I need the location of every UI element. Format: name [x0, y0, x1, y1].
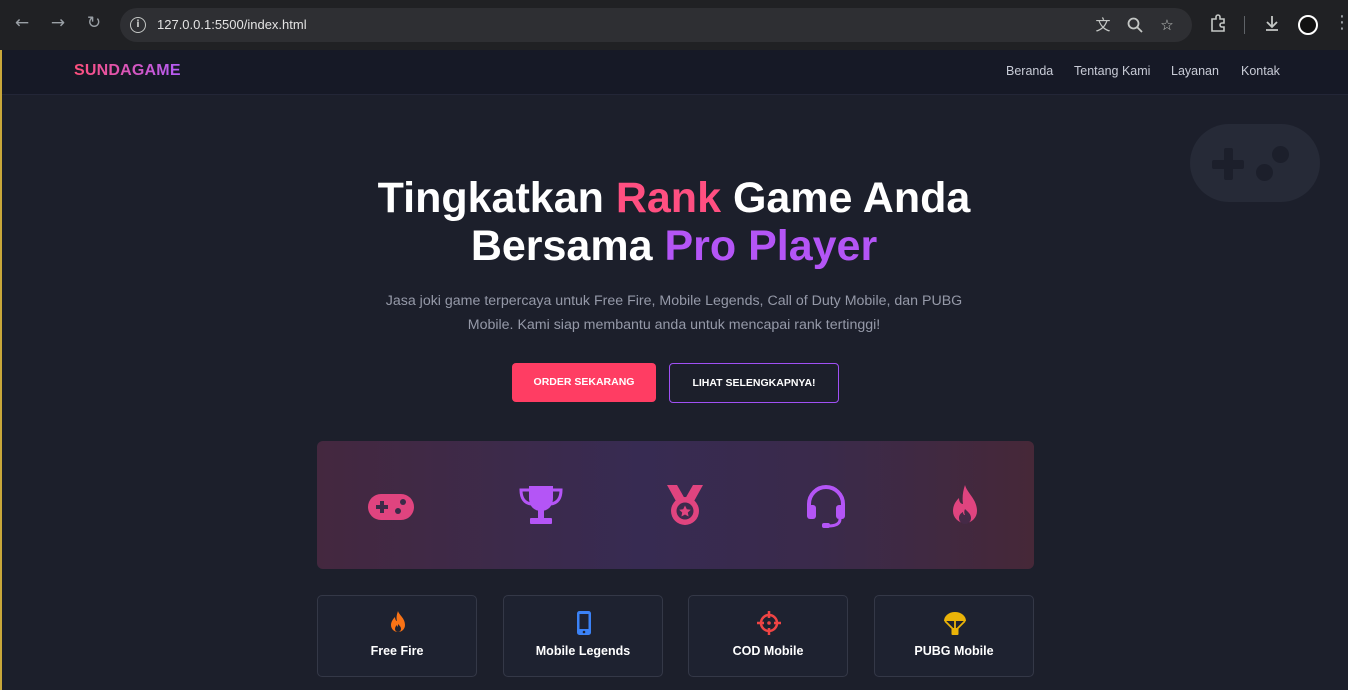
bookmark-star-icon[interactable]: ☆ — [1158, 16, 1176, 34]
game-card-label: COD Mobile — [732, 644, 804, 658]
hero-subtitle: Jasa joki game terpercaya untuk Free Fir… — [385, 293, 963, 333]
nav-link-kontak[interactable]: Kontak — [1241, 50, 1280, 92]
game-card-mobile-legends[interactable]: Mobile Legends — [503, 595, 663, 677]
see-more-button[interactable]: LIHAT SELENGKAPNYA! — [669, 363, 839, 403]
toolbar-separator — [1244, 16, 1245, 34]
site-navbar: SUNDAGAME Beranda Tentang Kami Layanan K… — [2, 50, 1348, 95]
crosshairs-icon — [757, 611, 781, 635]
browser-toolbar: ← → ↻ i 127.0.0.1:5500/index.html 文 ☆ ⋮ — [0, 0, 1348, 50]
nav-link-tentang-kami[interactable]: Tentang Kami — [1074, 50, 1150, 92]
hero-title-part: Bersama — [470, 222, 665, 270]
url-text[interactable]: 127.0.0.1:5500/index.html — [157, 8, 307, 42]
zoom-icon[interactable] — [1126, 16, 1144, 34]
address-bar[interactable]: i 127.0.0.1:5500/index.html 文 ☆ — [120, 8, 1192, 42]
window-edge — [0, 50, 2, 690]
hero-title-highlight: Pro Player — [664, 222, 878, 270]
gamepad-icon — [368, 494, 414, 520]
game-card-label: Free Fire — [370, 644, 424, 658]
hero-title: Tingkatkan Rank Game Anda Bersama Pro Pl… — [0, 174, 1348, 270]
extensions-icon[interactable] — [1206, 11, 1230, 35]
nav-link-beranda[interactable]: Beranda — [1006, 50, 1053, 92]
game-card-pubg-mobile[interactable]: PUBG Mobile — [874, 595, 1034, 677]
nav-link-layanan[interactable]: Layanan — [1171, 50, 1219, 92]
parachute-icon — [944, 612, 966, 635]
download-icon[interactable] — [1260, 11, 1284, 35]
order-now-button[interactable]: ORDER SEKARANG — [512, 363, 656, 402]
site-info-icon[interactable]: i — [130, 17, 146, 33]
fire-icon — [391, 611, 405, 632]
hero-title-part: Game Anda — [721, 174, 971, 222]
fire-icon — [953, 485, 977, 524]
reload-icon[interactable]: ↻ — [82, 11, 106, 35]
headset-icon — [807, 485, 845, 528]
game-card-label: Mobile Legends — [535, 644, 631, 658]
forward-icon[interactable]: → — [46, 11, 70, 35]
translate-icon[interactable]: 文 — [1094, 16, 1112, 34]
game-card-label: PUBG Mobile — [914, 644, 994, 658]
site-logo[interactable]: SUNDAGAME — [74, 50, 181, 92]
hero-title-highlight: Rank — [615, 174, 721, 222]
trophy-icon — [519, 486, 563, 524]
back-icon[interactable]: ← — [10, 11, 34, 35]
mobile-icon — [577, 611, 591, 635]
game-card-free-fire[interactable]: Free Fire — [317, 595, 477, 677]
profile-avatar[interactable] — [1298, 15, 1318, 35]
game-card-cod-mobile[interactable]: COD Mobile — [688, 595, 848, 677]
hero-title-part: Tingkatkan — [377, 174, 616, 222]
feature-icon-banner — [317, 441, 1034, 569]
menu-icon[interactable]: ⋮ — [1330, 11, 1348, 35]
medal-icon — [667, 485, 703, 525]
